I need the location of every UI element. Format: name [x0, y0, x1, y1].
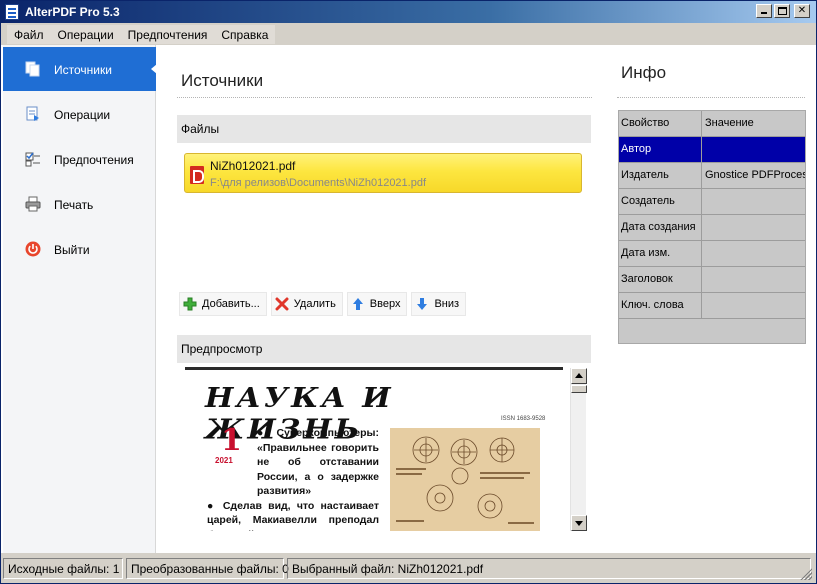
- property-key: Автор: [619, 137, 702, 162]
- property-value: [703, 215, 805, 240]
- close-icon: ✕: [797, 5, 807, 16]
- app-window: AlterPDF Pro 5.3 ✕ Файл Операции Предпоч…: [0, 0, 817, 584]
- table-row[interactable]: Автор: [619, 137, 805, 163]
- scroll-thumb[interactable]: [571, 385, 587, 393]
- pdf-file-icon: [190, 166, 204, 184]
- plus-icon: [183, 297, 197, 311]
- table-row[interactable]: Заголовок: [619, 267, 805, 293]
- preview-headline: ● Сделав вид, что настаивает царей, Маки…: [207, 499, 379, 532]
- delete-button-label: Удалить: [293, 298, 336, 310]
- table-header-row: Свойство Значение: [619, 111, 805, 137]
- file-path: F:\для релизов\Documents\NiZh012021.pdf: [210, 177, 427, 189]
- sources-panel: Источники Файлы NiZh012021.pdf F:\для ре…: [177, 45, 592, 553]
- sidebar-item-label: Источники: [54, 63, 112, 77]
- status-bar: Исходные файлы: 1 Преобразованные файлы:…: [1, 553, 816, 583]
- table-row[interactable]: Ключ. слова: [619, 293, 805, 319]
- table-row[interactable]: Создатель: [619, 189, 805, 215]
- property-value: Gnostice PDFProcessor: [705, 169, 805, 181]
- menu-preferences[interactable]: Предпочтения: [121, 25, 215, 44]
- app-icon: [5, 4, 19, 20]
- move-up-button[interactable]: Вверх: [346, 292, 408, 316]
- window-controls: ✕: [756, 4, 810, 18]
- property-value: [703, 241, 805, 266]
- sidebar-item-sources[interactable]: Источники: [3, 47, 157, 91]
- sidebar-item-operations[interactable]: Операции: [3, 92, 156, 136]
- property-key: Заголовок: [619, 267, 702, 292]
- minimize-icon: [761, 12, 767, 14]
- close-button[interactable]: ✕: [794, 4, 810, 18]
- info-panel: Инфо Свойство Значение Автор Издатель Gn…: [613, 45, 809, 553]
- delete-x-icon: [275, 297, 289, 311]
- sidebar-item-preferences[interactable]: Предпочтения: [3, 137, 156, 181]
- property-value: [703, 137, 805, 162]
- power-icon: [25, 241, 41, 257]
- sidebar-item-label: Предпочтения: [54, 153, 134, 167]
- add-button-label: Добавить...: [202, 298, 260, 310]
- column-header-property[interactable]: Свойство: [619, 111, 702, 136]
- move-down-button[interactable]: Вниз: [411, 292, 467, 316]
- properties-table: Свойство Значение Автор Издатель Gnostic…: [618, 110, 806, 344]
- print-icon: [25, 196, 41, 212]
- title-bar[interactable]: AlterPDF Pro 5.3 ✕: [1, 1, 816, 23]
- sidebar: Источники Операции Предпочтения Печать В…: [3, 45, 157, 553]
- table-row[interactable]: Дата изм.: [619, 241, 805, 267]
- table-row[interactable]: Издатель Gnostice PDFProcessor: [619, 163, 805, 189]
- status-selected-file: Выбранный файл: NiZh012021.pdf: [287, 558, 811, 579]
- menu-help[interactable]: Справка: [214, 25, 275, 44]
- sources-icon: [25, 61, 40, 77]
- page-title: Источники: [181, 71, 264, 90]
- property-key: Создатель: [619, 189, 702, 214]
- preview-manuscript-image: [390, 428, 540, 531]
- menu-strip: Файл Операции Предпочтения Справка: [7, 25, 276, 44]
- add-button[interactable]: Добавить...: [179, 292, 267, 316]
- preview-issn: ISSN 1683-9528: [501, 416, 546, 422]
- resize-grip[interactable]: [800, 568, 812, 580]
- preview-scrollbar[interactable]: [570, 368, 587, 531]
- property-key: Дата создания: [619, 215, 702, 240]
- status-converted-files: Преобразованные файлы: 0: [126, 558, 289, 579]
- minimize-button[interactable]: [756, 4, 772, 18]
- menu-file[interactable]: Файл: [7, 25, 51, 44]
- move-up-label: Вверх: [369, 298, 401, 310]
- menu-bar: Файл Операции Предпочтения Справка: [1, 23, 816, 45]
- arrow-down-icon: [417, 298, 428, 310]
- maximize-icon: [778, 7, 787, 15]
- document-preview[interactable]: НАУКА И ЖИЗНЬ ISSN 1683-9528 1 2021 ● Су…: [185, 367, 563, 531]
- preview-header: Предпросмотр: [177, 335, 591, 363]
- menu-operations[interactable]: Операции: [51, 25, 121, 44]
- maximize-button[interactable]: [774, 4, 790, 18]
- client-area: Источники Операции Предпочтения Печать В…: [1, 45, 816, 553]
- table-row[interactable]: Дата создания: [619, 215, 805, 241]
- property-value: [703, 293, 805, 318]
- preview-headlines: ● Суперкомпьютеры: «Правильнее говорить …: [207, 426, 379, 531]
- property-value: [703, 267, 805, 292]
- arrow-up-icon: [352, 298, 363, 310]
- operations-icon: [26, 106, 39, 121]
- divider: [617, 97, 805, 98]
- file-name: NiZh012021.pdf: [210, 159, 296, 173]
- delete-button[interactable]: Удалить: [270, 292, 343, 316]
- files-header: Файлы: [177, 115, 591, 143]
- move-down-label: Вниз: [434, 298, 460, 310]
- sidebar-item-print[interactable]: Печать: [3, 182, 156, 226]
- file-toolbar: Добавить... Удалить Вверх Вниз: [179, 292, 467, 316]
- sidebar-item-exit[interactable]: Выйти: [3, 227, 156, 271]
- property-key: Издатель: [619, 163, 702, 188]
- property-key: Дата изм.: [619, 241, 702, 266]
- info-title: Инфо: [621, 63, 667, 82]
- file-list-item[interactable]: NiZh012021.pdf F:\для релизов\Documents\…: [184, 153, 582, 193]
- scroll-up-button[interactable]: [571, 368, 587, 384]
- preview-headline: ● Суперкомпьютеры: «Правильнее говорить …: [257, 427, 379, 497]
- property-key: Ключ. слова: [619, 293, 702, 318]
- status-source-files: Исходные файлы: 1: [3, 558, 123, 579]
- divider: [177, 97, 592, 98]
- sidebar-item-label: Операции: [54, 108, 111, 122]
- window-title: AlterPDF Pro 5.3: [25, 5, 120, 19]
- preferences-icon: [25, 152, 40, 167]
- column-header-value[interactable]: Значение: [703, 111, 805, 136]
- sidebar-item-label: Печать: [54, 198, 94, 212]
- property-value: [703, 189, 805, 214]
- scroll-down-button[interactable]: [571, 515, 587, 531]
- sidebar-item-label: Выйти: [54, 243, 90, 257]
